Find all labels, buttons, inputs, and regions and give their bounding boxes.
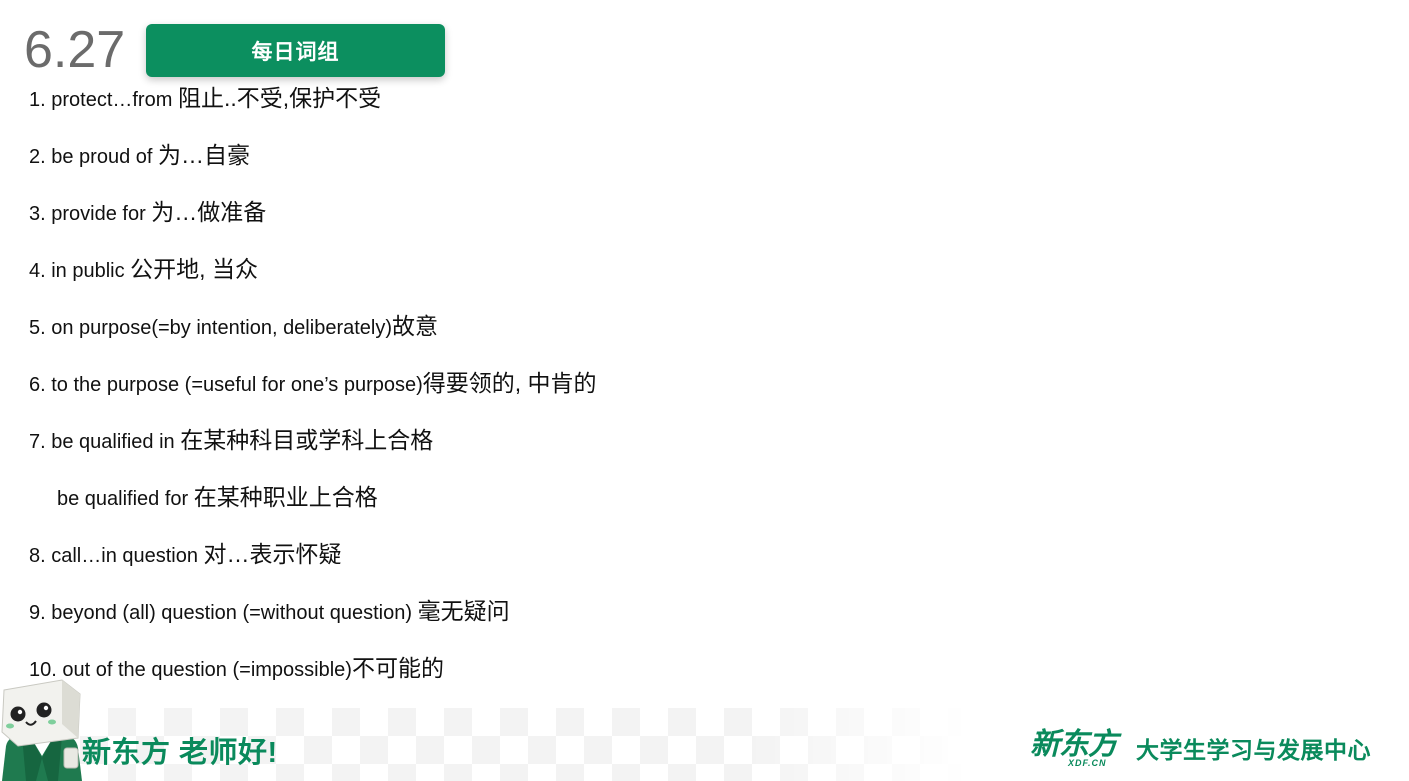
phrase-english: be qualified for (57, 488, 194, 510)
logo-chinese-wordmark: 新东方 (1030, 728, 1118, 761)
list-item: 9. beyond (all) question (=without quest… (29, 593, 510, 629)
phrase-english: 5. on purpose(=by intention, deliberatel… (29, 317, 393, 339)
logo-english-wordmark: XDF.CN (1068, 758, 1107, 768)
list-item: 1. protect…from 阻止..不受,保护不受 (29, 80, 381, 116)
phrase-english: 9. beyond (all) question (=without quest… (29, 602, 418, 624)
phrase-chinese: 在某种科目或学科上合格 (180, 427, 434, 453)
mascot-icon (1, 679, 82, 781)
phrase-chinese: 公开地, 当众 (130, 256, 258, 282)
list-item: 5. on purpose(=by intention, deliberatel… (29, 308, 438, 344)
phrase-chinese: 毫无疑问 (417, 598, 510, 624)
phrase-chinese: 不可能的 (351, 655, 444, 681)
list-item: 8. call…in question 对…表示怀疑 (29, 536, 342, 572)
phrase-english: 7. be qualified in (29, 431, 181, 453)
badge-label: 每日词组 (251, 40, 340, 64)
list-item: 2. be proud of 为…自豪 (29, 137, 250, 173)
footer-center-name: 大学生学习与发展中心 (1136, 737, 1371, 763)
list-item: 7. be qualified in 在某种科目或学科上合格 (29, 422, 433, 458)
xdf-logo: 新东方 XDF.CN (1030, 728, 1122, 772)
phrase-english: 4. in public (29, 260, 131, 282)
phrase-chinese: 对…表示怀疑 (203, 541, 342, 567)
phrase-english: 1. protect…from (29, 89, 178, 111)
phrase-english: 3. provide for (29, 203, 152, 225)
list-item: 3. provide for 为…做准备 (29, 194, 266, 230)
phrase-chinese: 故意 (392, 313, 439, 339)
phrase-english: 6. to the purpose (=useful for one’s pur… (29, 374, 423, 396)
list-item: 6. to the purpose (=useful for one’s pur… (29, 365, 597, 401)
phrase-chinese: 为…做准备 (151, 199, 267, 225)
list-item: be qualified for 在某种职业上合格 (57, 479, 378, 515)
daily-phrases-badge: 每日词组 (146, 24, 445, 77)
date-title: 6.27 (24, 21, 126, 79)
phrase-english: 2. be proud of (29, 146, 158, 168)
list-item: 10. out of the question (=impossible)不可能… (29, 650, 444, 686)
phrase-chinese: 阻止..不受,保护不受 (177, 85, 382, 111)
list-item: 4. in public 公开地, 当众 (29, 251, 258, 287)
phrase-chinese: 为…自豪 (157, 142, 250, 168)
phrase-chinese: 得要领的, 中肯的 (422, 370, 597, 396)
phrase-chinese: 在某种职业上合格 (193, 484, 378, 510)
phrase-english: 8. call…in question (29, 545, 204, 567)
footer-greeting: 新东方 老师好! (82, 737, 278, 769)
